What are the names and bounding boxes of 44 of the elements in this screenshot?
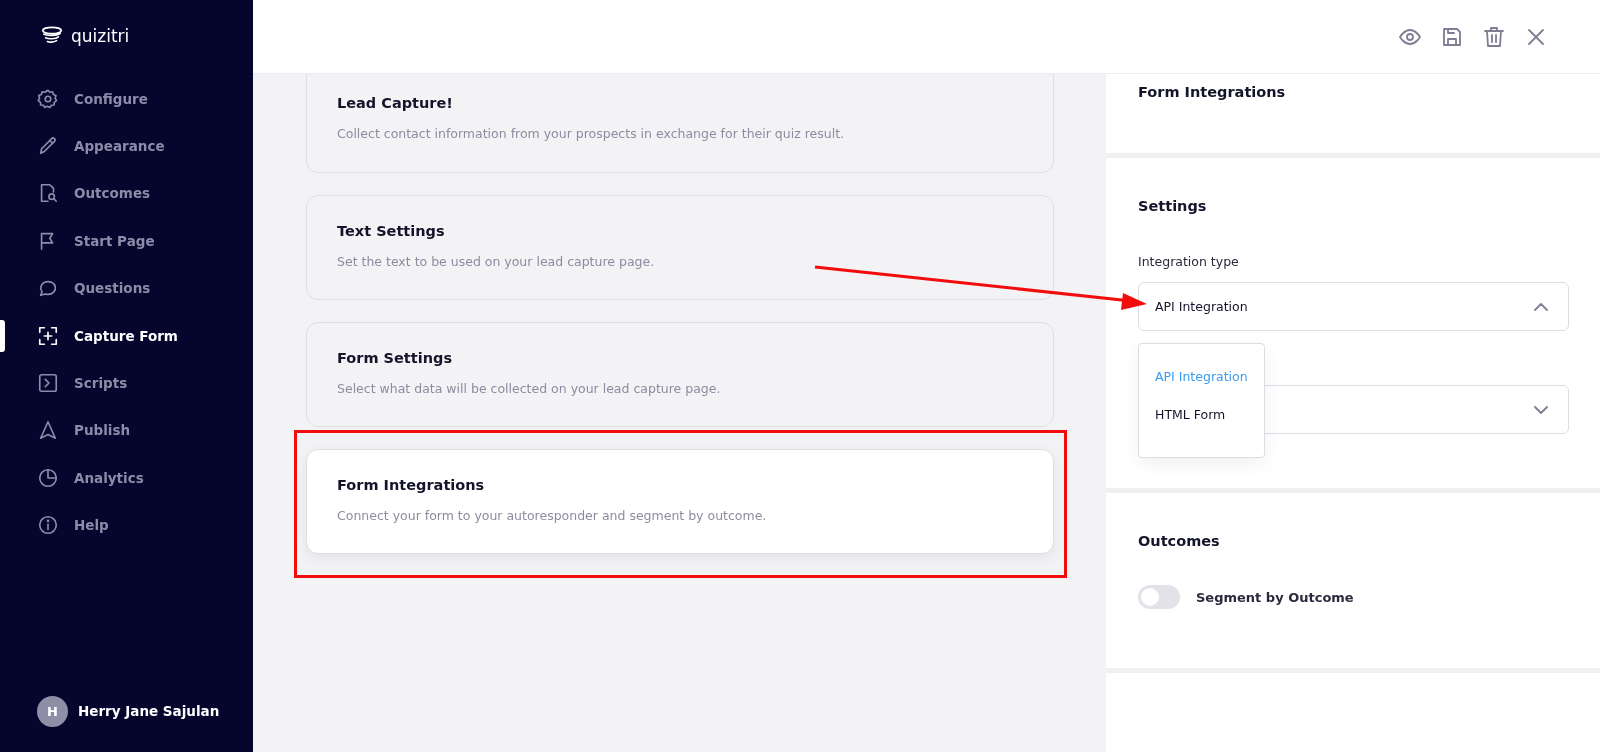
sidebar-item[interactable]: Capture Form [37, 311, 227, 360]
active-indicator [0, 319, 5, 352]
sidebar-item[interactable]: Help [37, 501, 227, 549]
settings-card[interactable]: Text Settings Set the text to be used on your lead capture page. [306, 195, 1054, 300]
sidebar-item[interactable]: Outcomes [37, 169, 227, 218]
card-title: Form Settings [337, 350, 454, 366]
sidebar-item[interactable]: Configure [37, 75, 227, 123]
card-description: Set the text to be used on your lead capture page. [337, 254, 656, 269]
send-arrow-icon [37, 419, 59, 442]
settings-card[interactable]: Form Settings Select what data will be collected on your lead capture page. [306, 322, 1054, 427]
field-label: Integration type [1138, 254, 1240, 269]
toggle-label: Segment by Outcome [1196, 589, 1354, 605]
dropdown-option[interactable]: API Integration [1155, 369, 1264, 384]
user-name: Herry Jane Sajulan [78, 703, 220, 719]
sidebar-item[interactable]: Questions [37, 264, 227, 312]
sidebar-item[interactable]: Scripts [37, 359, 227, 407]
sidebar-item[interactable]: Start Page [37, 217, 227, 265]
sidebar-item[interactable]: Appearance [37, 122, 227, 170]
card-description: Collect contact information from your prospects in exchange for their quiz result. [337, 126, 846, 141]
settings-card[interactable]: Form Integrations Connect your form to your autoresponder and segment by outcome. [306, 449, 1054, 554]
chevron-down-icon [1534, 405, 1548, 414]
capture-frame-icon [37, 324, 59, 347]
chevron-up-icon [1534, 302, 1548, 311]
card-description: Connect your form to your autoresponder and segment by outcome. [337, 508, 768, 523]
dropdown-option[interactable]: HTML Form [1155, 407, 1264, 422]
logo-text: quizitri [71, 26, 130, 46]
section-title: Outcomes [1138, 533, 1221, 549]
info-icon [37, 514, 59, 537]
card-title: Form Integrations [337, 477, 486, 493]
terminal-icon [37, 372, 59, 395]
user-avatar: H [37, 695, 68, 727]
card-description: Select what data will be collected on your lead capture page. [337, 381, 722, 396]
sidebar-item[interactable]: Analytics [37, 454, 227, 502]
section-title: Settings [1138, 198, 1208, 214]
gear-icon [37, 87, 59, 110]
card-title: Text Settings [337, 223, 446, 239]
integration-type-select[interactable]: API Integration [1138, 282, 1569, 331]
settings-card[interactable]: Lead Capture! Collect contact information from your prospects in exchange for their quiz result. [306, 74, 1054, 173]
panel-title: Form Integrations [1138, 84, 1287, 100]
card-title: Lead Capture! [337, 95, 454, 111]
toggle-switch[interactable] [1138, 585, 1180, 609]
pie-chart-icon [37, 466, 59, 489]
trash-icon[interactable] [1482, 24, 1506, 49]
sidebar-item[interactable]: Publish [37, 406, 227, 455]
